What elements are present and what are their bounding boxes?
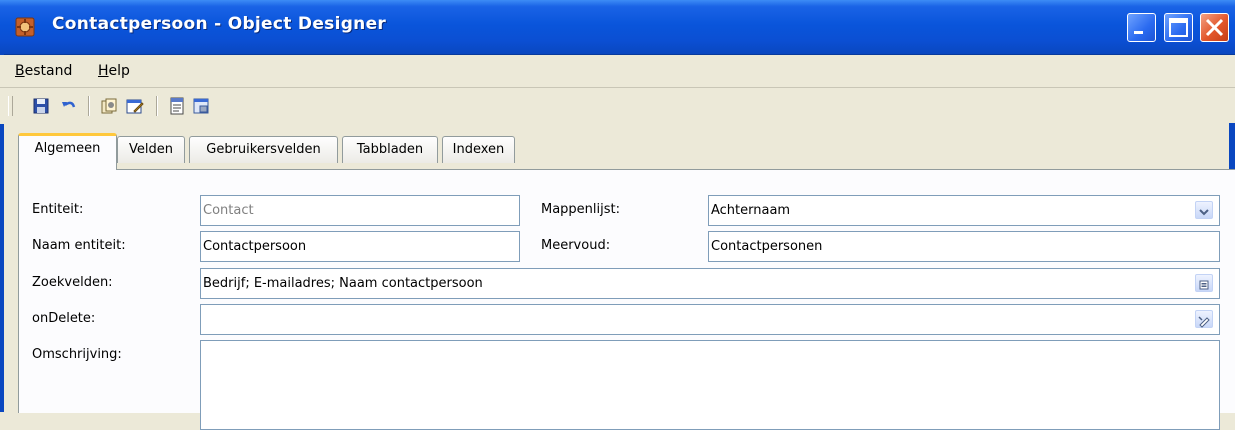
entity-name-field[interactable]: Contactpersoon <box>200 231 520 262</box>
minimize-icon <box>1134 31 1143 34</box>
plural-field[interactable]: Contactpersonen <box>708 231 1220 262</box>
ondelete-script-button[interactable] <box>1195 310 1213 328</box>
tab-algemeen[interactable]: Algemeen <box>18 133 117 170</box>
toolbar-grip[interactable] <box>8 96 13 116</box>
toolbar-separator <box>156 96 158 116</box>
list-icon <box>1199 280 1209 290</box>
tab-velden[interactable]: Velden <box>117 136 185 163</box>
minimize-button[interactable] <box>1127 13 1156 42</box>
save-icon[interactable] <box>32 97 50 115</box>
maximize-button[interactable] <box>1164 13 1193 42</box>
toolbar <box>0 88 1235 124</box>
menu-bestand-label: estand <box>24 63 73 79</box>
window-title: Contactpersoon - Object Designer <box>52 14 387 34</box>
menu-bar: Bestand Help <box>0 55 1235 88</box>
entity-field[interactable]: Contact <box>200 195 520 226</box>
edit-object-icon[interactable] <box>126 97 144 115</box>
close-icon <box>1205 18 1224 37</box>
close-button[interactable] <box>1200 13 1229 42</box>
toolbar-separator <box>88 96 90 116</box>
menu-bestand-mnemonic: B <box>15 63 25 79</box>
searchfields-value: Bedrijf; E-mailadres; Naam contactpersoo… <box>203 276 483 291</box>
description-textarea[interactable] <box>200 340 1220 430</box>
properties-icon[interactable] <box>168 97 186 115</box>
menu-help-mnemonic: H <box>98 63 109 79</box>
ondelete-field[interactable] <box>200 304 1220 335</box>
tab-indexen[interactable]: Indexen <box>442 136 515 163</box>
title-bar[interactable]: Contactpersoon - Object Designer <box>0 0 1235 55</box>
tab-gebruikersvelden[interactable]: Gebruikersvelden <box>189 136 338 163</box>
folderlist-label: Mappenlijst: <box>541 202 621 217</box>
menu-help[interactable]: Help <box>98 63 130 79</box>
menu-help-label: elp <box>108 63 130 79</box>
undo-icon[interactable] <box>60 97 78 115</box>
print-preview-icon[interactable] <box>192 97 210 115</box>
tab-strip: Algemeen Velden Gebruikersvelden Tabblad… <box>0 124 1235 170</box>
entity-label: Entiteit: <box>32 202 84 217</box>
maximize-icon <box>1169 18 1188 37</box>
ondelete-label: onDelete: <box>32 311 96 326</box>
script-edit-icon <box>1198 316 1210 328</box>
copy-object-icon[interactable] <box>100 97 118 115</box>
searchfields-field[interactable]: Bedrijf; E-mailadres; Naam contactpersoo… <box>200 268 1220 299</box>
menu-bestand[interactable]: Bestand <box>15 63 72 79</box>
searchfields-label: Zoekvelden: <box>32 275 113 290</box>
description-label: Omschrijving: <box>32 347 122 362</box>
dropdown-button[interactable] <box>1195 201 1213 219</box>
folderlist-value: Achternaam <box>711 203 791 218</box>
entity-name-label: Naam entiteit: <box>32 238 126 253</box>
app-icon <box>15 17 35 37</box>
plural-label: Meervoud: <box>541 238 611 253</box>
folderlist-select[interactable]: Achternaam <box>708 195 1220 226</box>
tab-tabbladen[interactable]: Tabbladen <box>342 136 438 163</box>
searchfields-picker-button[interactable] <box>1195 274 1213 292</box>
chevron-down-icon <box>1199 209 1209 216</box>
